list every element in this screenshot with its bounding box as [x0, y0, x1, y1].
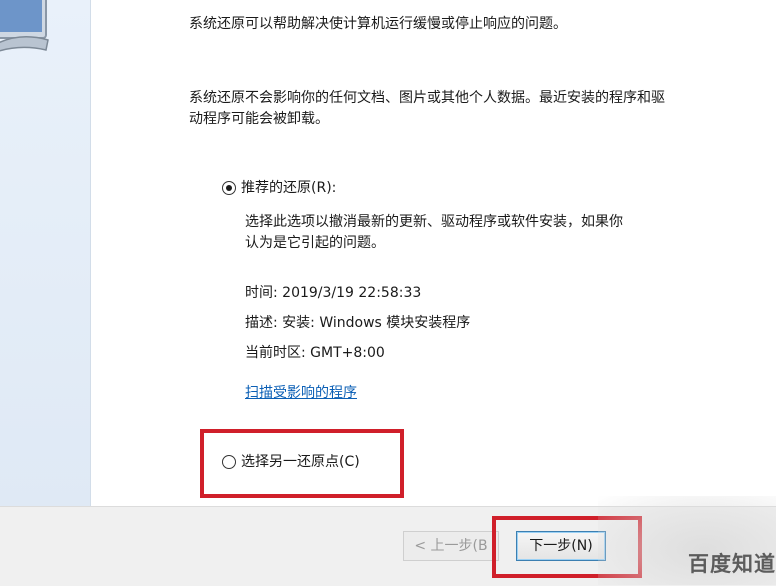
- watermark-text: 百度知道: [688, 552, 776, 576]
- wizard-side-panel: [0, 0, 91, 506]
- intro-text-1: 系统还原可以帮助解决使计算机运行缓慢或停止响应的问题。: [189, 16, 567, 32]
- recommended-restore-label[interactable]: 推荐的还原(R):: [241, 176, 336, 200]
- recommended-restore-radio[interactable]: [222, 181, 236, 195]
- recommended-desc-2: 认为是它引起的问题。: [245, 235, 385, 251]
- scan-affected-programs-link[interactable]: 扫描受影响的程序: [245, 381, 357, 405]
- restore-description: 描述: 安装: Windows 模块安装程序: [245, 315, 471, 331]
- wizard-content: 系统还原可以帮助解决使计算机运行缓慢或停止响应的问题。 系统还原不会影响你的任何…: [91, 0, 776, 506]
- back-button[interactable]: < 上一步(B: [403, 531, 499, 561]
- restore-timezone: 当前时区: GMT+8:00: [245, 345, 385, 361]
- annotation-box-other-option: [200, 429, 404, 498]
- intro-text-2b: 动程序可能会被卸载。: [189, 111, 329, 127]
- system-restore-icon: [0, 0, 49, 52]
- restore-time: 时间: 2019/3/19 22:58:33: [245, 285, 422, 301]
